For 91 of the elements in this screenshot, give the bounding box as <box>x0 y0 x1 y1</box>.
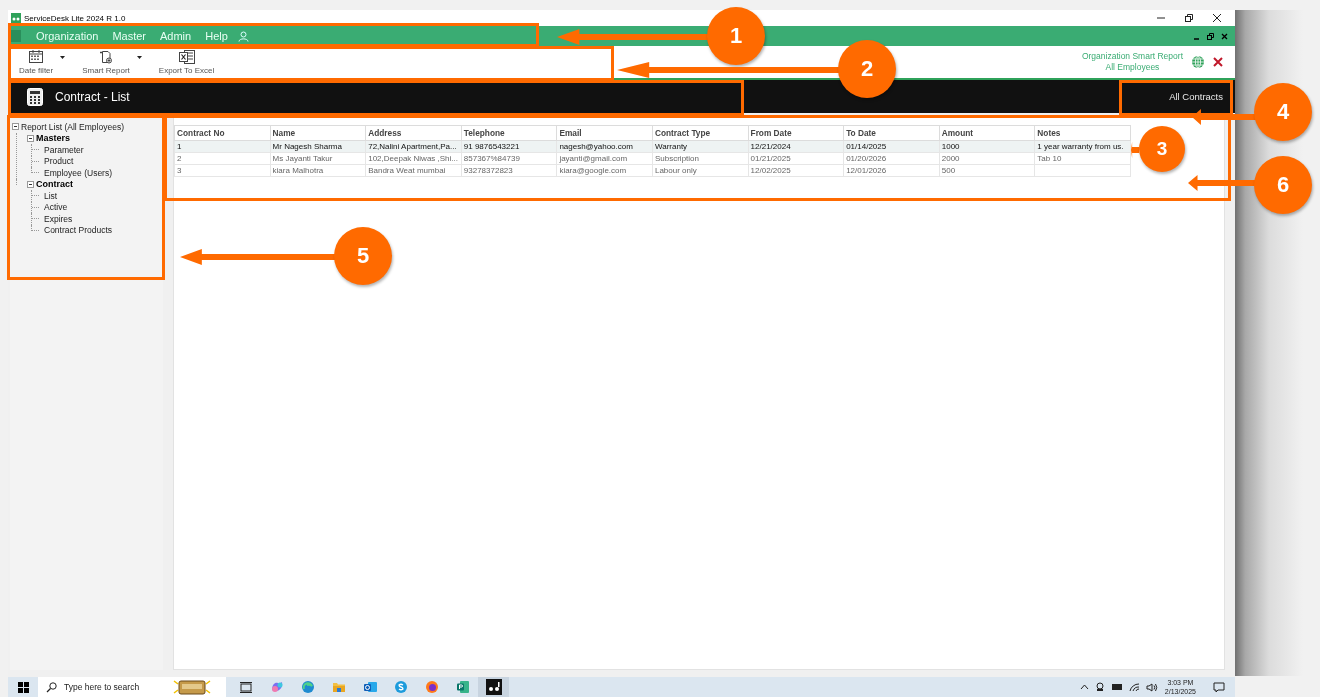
caret-icon[interactable] <box>60 55 66 59</box>
toolbar-button[interactable]: Smart Report <box>77 46 135 78</box>
table-cell: Labour only <box>654 166 697 175</box>
globe-icon[interactable] <box>1191 55 1205 69</box>
table-cell: 01/20/2026 <box>846 154 887 163</box>
page-title: Contract - List <box>55 89 130 104</box>
tree-item[interactable]: Parameter <box>44 144 84 155</box>
table-cell: 12/02/2025 <box>750 166 791 175</box>
column-header[interactable]: Name <box>270 125 366 141</box>
speaker-icon[interactable] <box>1145 682 1158 692</box>
tree-item[interactable]: Active <box>44 202 68 213</box>
app-logo-icon <box>11 13 21 23</box>
calculator-icon <box>27 87 43 106</box>
column-header[interactable]: To Date <box>843 125 940 141</box>
collapse-icon[interactable] <box>27 134 34 142</box>
tree-item[interactable]: Expires <box>44 213 73 224</box>
menu-bar-mark-icon <box>11 30 21 42</box>
table-cell: kiara@google.com <box>559 166 627 175</box>
collapse-icon[interactable] <box>12 123 19 131</box>
tree-item[interactable]: Contract Products <box>44 225 113 236</box>
column-header[interactable]: Telephone <box>461 125 557 141</box>
table-row[interactable]: 1 Mr Nagesh Sharma 72,Nalini Apartment,Pa... 91 9876543221 nagesh@yahoo.com Warranty 12/21/2024 01/14/2025 1000 1 year warranty from us. <box>174 140 1131 153</box>
toolbar-button[interactable]: Date filter <box>14 46 59 78</box>
tree-item[interactable]: Product <box>44 156 74 167</box>
table-cell: jayanti@gmail.com <box>559 154 628 163</box>
window-title: ServiceDesk Lite 2024 R 1.0 <box>24 13 126 23</box>
table-cell: 01/14/2025 <box>846 142 887 151</box>
table-row[interactable]: 2 Ms Jayanti Takur 102,Deepak Niwas ,Shi... 857367%84739 jayanti@gmail.com Subscription 01/21/2025 01/20/2026 2000 Tab 10 <box>174 152 1131 165</box>
close-icon[interactable] <box>1212 13 1222 23</box>
tree-item[interactable]: List <box>44 190 58 201</box>
table-cell: 91 9876543221 <box>463 142 520 151</box>
table-cell: 500 <box>941 166 956 175</box>
search-field[interactable]: Type here to search <box>62 681 170 693</box>
tree-item[interactable]: Employee (Users) <box>44 167 113 178</box>
table-cell: Bandra Weat mumbai <box>368 166 446 175</box>
restore-icon[interactable] <box>1184 13 1194 23</box>
callout-arrow <box>1188 175 1256 191</box>
column-header[interactable]: Address <box>365 125 462 141</box>
table-cell: 857367%84739 <box>463 154 520 163</box>
table-cell: 12/01/2026 <box>846 166 887 175</box>
search-box[interactable]: Type here to search <box>38 677 226 697</box>
column-header[interactable]: Contract No <box>174 125 271 141</box>
table-cell: 2 <box>177 154 182 163</box>
table-cell: Tab 10 <box>1037 154 1062 163</box>
wifi-icon[interactable] <box>1128 682 1140 692</box>
table-cell: Ms Jayanti Takur <box>272 154 333 163</box>
report-subtitle: All Employees <box>1105 62 1160 73</box>
notification-icon[interactable] <box>1213 681 1225 693</box>
table-cell: 2000 <box>941 154 960 163</box>
table-cell: kiara Malhotra <box>272 166 324 175</box>
calendar-icon <box>29 49 44 64</box>
radio-drawing <box>172 678 212 696</box>
collapse-icon[interactable] <box>27 180 34 188</box>
tree-item[interactable]: Contract <box>36 179 73 190</box>
toolbar-button[interactable]: Export To Excel <box>153 46 220 78</box>
app-logo-icon[interactable] <box>478 677 509 697</box>
callout-arrow <box>1192 109 1256 125</box>
battery-icon[interactable] <box>1110 683 1123 691</box>
table-cell: 1 year warranty from us. <box>1037 142 1124 151</box>
search-icon <box>46 681 57 693</box>
table-cell: 93278372823 <box>463 166 513 175</box>
table-cell: Warranty <box>654 142 688 151</box>
column-header[interactable]: Notes <box>1034 125 1131 141</box>
table-cell: Mr Nagesh Sharma <box>272 142 342 151</box>
meet-icon[interactable] <box>1094 682 1105 692</box>
close-icon[interactable] <box>1220 32 1228 40</box>
table-cell: Subscription <box>654 154 699 163</box>
table-cell: 1000 <box>941 142 960 151</box>
windows-logo-icon[interactable] <box>17 681 29 693</box>
column-header[interactable]: Amount <box>939 125 1035 141</box>
tray-chevron-icon[interactable] <box>1079 684 1089 690</box>
document-plus-icon <box>99 49 113 64</box>
tree-item[interactable]: Masters <box>36 133 71 144</box>
column-header[interactable]: From Date <box>748 125 844 141</box>
close-icon[interactable] <box>1213 57 1223 67</box>
filter-label: All Contracts <box>1169 91 1223 102</box>
column-header[interactable]: Email <box>556 125 653 141</box>
table-row[interactable]: 3 kiara Malhotra Bandra Weat mumbai 93278372823 kiara@google.com Labour only 12/02/2025 12/01/2026 500 <box>174 164 1131 177</box>
table-cell: 1 <box>177 142 182 151</box>
spreadsheet-icon <box>178 49 195 64</box>
caret-icon[interactable] <box>136 55 142 59</box>
table-cell: 102,Deepak Niwas ,Shi... <box>368 154 458 163</box>
table-cell: 12/21/2024 <box>750 142 791 151</box>
tree-item[interactable]: Report List (All Employees) <box>21 121 124 132</box>
table-cell: 72,Nalini Apartment,Pa... <box>368 142 457 151</box>
restore-icon[interactable] <box>1206 32 1214 40</box>
report-title: Organization Smart Report <box>1081 51 1183 62</box>
table-cell: 01/21/2025 <box>750 154 791 163</box>
table-cell: 3 <box>177 166 182 175</box>
column-header[interactable]: Contract Type <box>652 125 749 141</box>
table-cell: nagesh@yahoo.com <box>559 142 633 151</box>
